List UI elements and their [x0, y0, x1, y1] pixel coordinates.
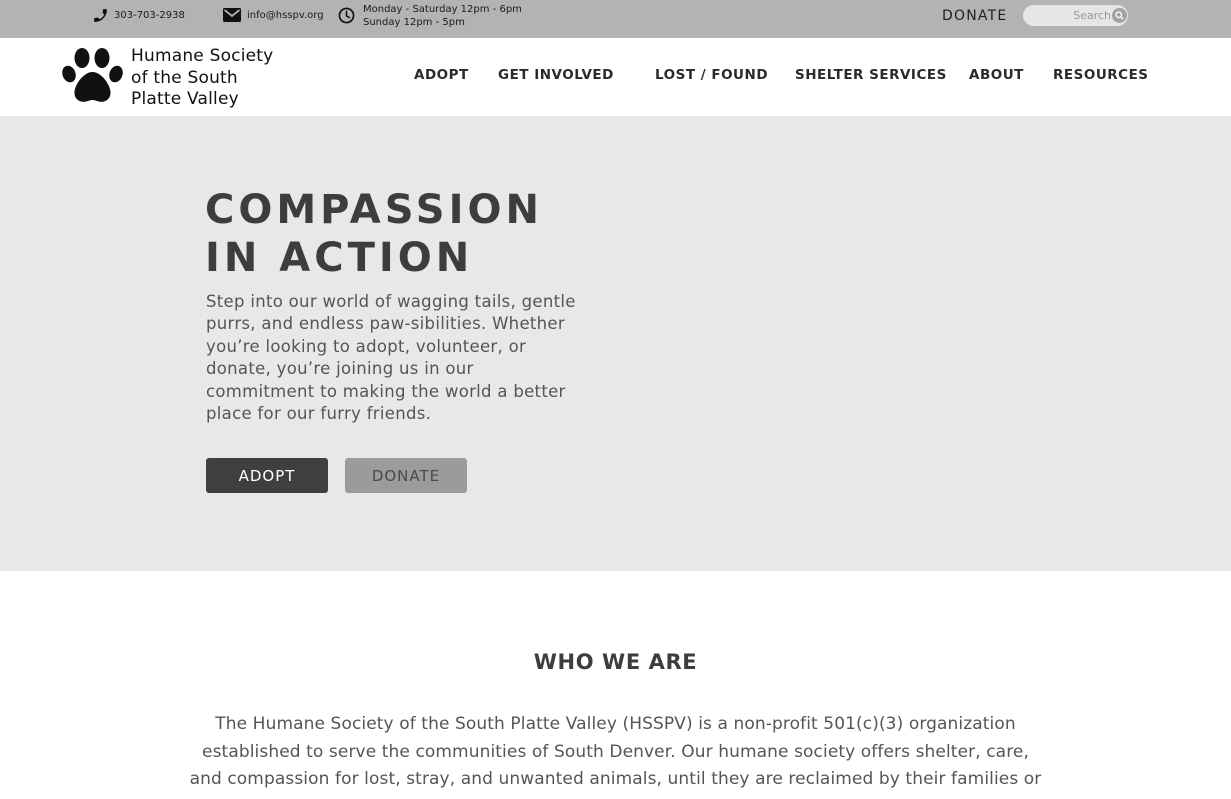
- email-address[interactable]: info@hsspv.org: [247, 10, 324, 21]
- top-donate-link[interactable]: DONATE: [942, 8, 1007, 24]
- logo-line-2: of the South: [131, 67, 238, 88]
- hours-sunday: Sunday 12pm - 5pm: [363, 17, 465, 28]
- search-icon[interactable]: [1112, 8, 1127, 23]
- hero-title-line-2: IN ACTION: [205, 235, 474, 281]
- adopt-button[interactable]: ADOPT: [206, 458, 328, 493]
- phone-icon: [92, 7, 109, 24]
- who-we-are-heading: WHO WE ARE: [533, 650, 698, 674]
- search-box: [1023, 5, 1128, 26]
- site-header: Humane Society of the South Platte Valle…: [0, 38, 1231, 116]
- logo-line-1: Humane Society: [131, 46, 274, 66]
- search-input[interactable]: [1023, 5, 1111, 26]
- nav-shelter-services[interactable]: SHELTER SERVICES: [795, 67, 947, 83]
- hours-weekday: Monday - Saturday 12pm - 6pm: [363, 4, 522, 15]
- site-logo[interactable]: Humane Society of the South Platte Valle…: [62, 46, 273, 111]
- paw-icon: [62, 46, 123, 108]
- hero-title-line-1: COMPASSION: [205, 187, 543, 233]
- clock-icon: [338, 7, 355, 24]
- donate-button[interactable]: DONATE: [345, 458, 467, 493]
- top-bar: 303-703-2938 info@hsspv.org Monday - Sat…: [0, 0, 1231, 38]
- email-contact[interactable]: info@hsspv.org: [217, 0, 324, 30]
- phone-number[interactable]: 303-703-2938: [114, 10, 185, 21]
- logo-line-3: Platte Valley: [131, 89, 239, 109]
- who-we-are-text: The Humane Society of the South Platte V…: [189, 714, 1042, 789]
- phone-contact[interactable]: 303-703-2938: [92, 0, 185, 30]
- nav-lost-found[interactable]: LOST / FOUND: [655, 67, 768, 83]
- envelope-icon: [223, 8, 241, 22]
- hours-info: Monday - Saturday 12pm - 6pm Sunday 12pm…: [338, 0, 522, 30]
- nav-adopt[interactable]: ADOPT: [414, 67, 469, 83]
- nav-get-involved[interactable]: GET INVOLVED: [498, 67, 614, 83]
- nav-about[interactable]: ABOUT: [969, 67, 1024, 83]
- hero-section: COMPASSION IN ACTION Step into our world…: [0, 116, 1231, 571]
- hero-title: COMPASSION IN ACTION: [205, 186, 543, 282]
- hero-description: Step into our world of wagging tails, ge…: [206, 292, 576, 424]
- nav-resources[interactable]: RESOURCES: [1053, 67, 1149, 83]
